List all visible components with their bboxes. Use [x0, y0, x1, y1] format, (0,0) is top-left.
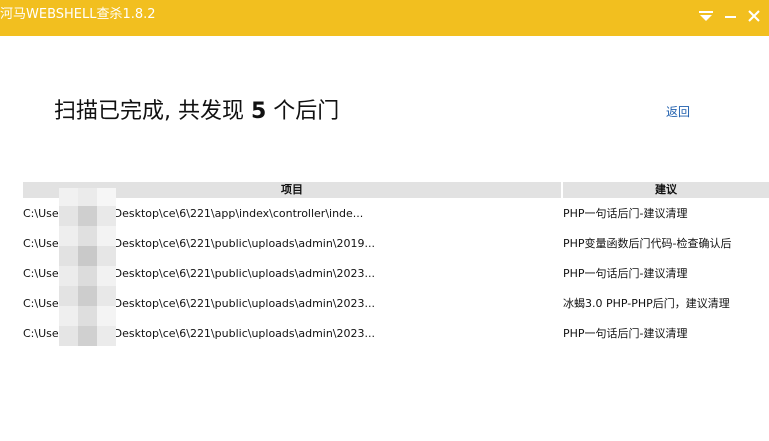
row-advice: PHP一句话后门-建议清理 — [563, 327, 688, 340]
column-header-advice[interactable]: 建议 — [563, 182, 769, 198]
row-advice: PHP变量函数后门代码-检查确认后 — [563, 237, 732, 250]
row-path: C:\Use Desktop\ce\6\221\public\uploads\a… — [23, 297, 375, 310]
row-advice: 冰蝎3.0 PHP-PHP后门，建议清理 — [563, 297, 730, 310]
column-header-item[interactable]: 项目 — [23, 182, 561, 198]
results-table: 项目 建议 C:\Use Desktop\ce\6\221\app\index\… — [23, 182, 769, 352]
window-title: 河马WEBSHELL查杀1.8.2 — [0, 7, 156, 22]
row-advice: PHP一句话后门-建议清理 — [563, 267, 688, 280]
close-icon[interactable] — [742, 6, 766, 26]
minimize-icon[interactable] — [718, 6, 742, 26]
table-row[interactable]: C:\Use Desktop\ce\6\221\public\uploads\a… — [23, 229, 769, 259]
heading-suffix: 个后门 — [266, 99, 340, 124]
table-row[interactable]: C:\Use Desktop\ce\6\221\public\uploads\a… — [23, 289, 769, 319]
row-path: C:\Use Desktop\ce\6\221\public\uploads\a… — [23, 267, 375, 280]
table-row[interactable]: C:\Use Desktop\ce\6\221\public\uploads\a… — [23, 259, 769, 289]
backdoor-count: 5 — [250, 99, 267, 124]
row-path: C:\Use Desktop\ce\6\221\app\index\contro… — [23, 207, 364, 220]
back-link[interactable]: 返回 — [666, 104, 690, 120]
row-path: C:\Use Desktop\ce\6\221\public\uploads\a… — [23, 237, 375, 250]
table-header: 项目 建议 — [23, 182, 769, 198]
scan-result-heading: 扫描已完成, 共发现 5 个后门 — [54, 98, 339, 126]
heading-prefix: 扫描已完成, 共发现 — [54, 99, 251, 124]
row-advice: PHP一句话后门-建议清理 — [563, 207, 688, 220]
row-path: C:\Use Desktop\ce\6\221\public\uploads\a… — [23, 327, 375, 340]
title-bar: 河马WEBSHELL查杀1.8.2 — [0, 0, 769, 36]
table-row[interactable]: C:\Use Desktop\ce\6\221\app\index\contro… — [23, 199, 769, 229]
table-row[interactable]: C:\Use Desktop\ce\6\221\public\uploads\a… — [23, 319, 769, 349]
triangle-down-icon[interactable] — [694, 6, 718, 26]
